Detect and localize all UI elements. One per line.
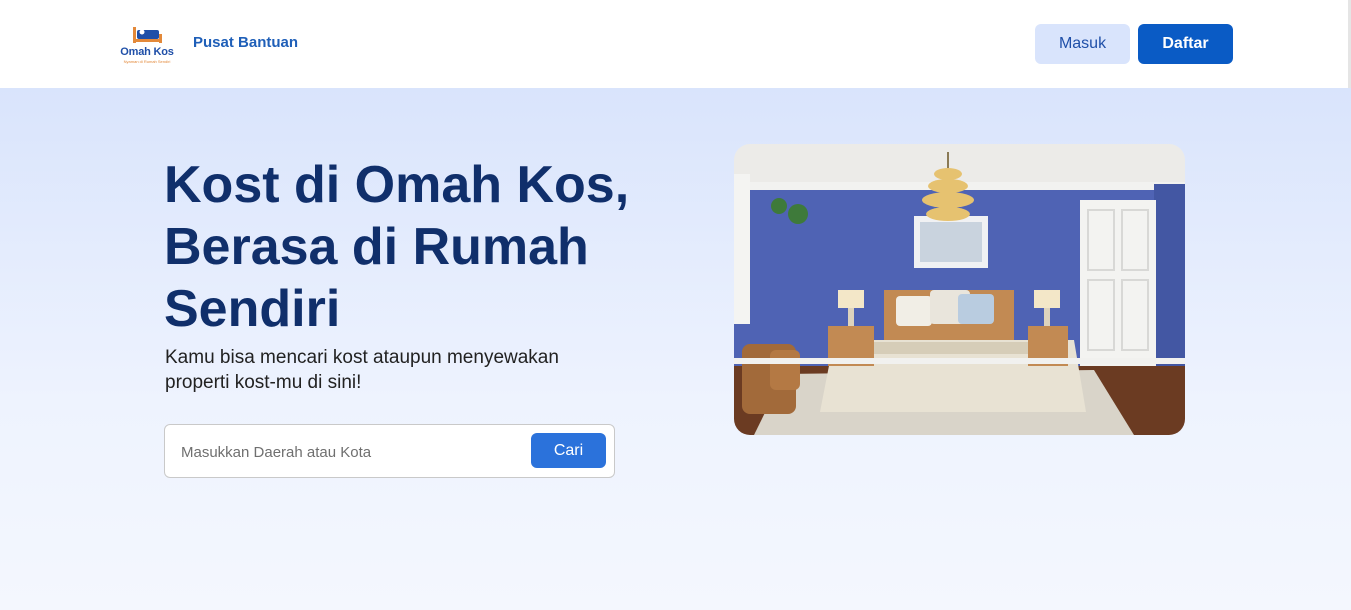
top-navbar: Omah Kos Nyaman di Rumah Sendiri Pusat B… [0, 0, 1351, 88]
register-button[interactable]: Daftar [1138, 24, 1233, 64]
bedroom-photo-icon [734, 144, 1185, 435]
omah-kos-logo[interactable]: Omah Kos Nyaman di Rumah Sendiri [116, 24, 178, 66]
search-bar: Cari [164, 424, 615, 478]
logo-text: Omah Kos [120, 46, 174, 58]
hero-section: Kost di Omah Kos, Berasa di Rumah Sendir… [0, 88, 1351, 610]
login-button[interactable]: Masuk [1035, 24, 1130, 64]
hero-bedroom-image [734, 144, 1185, 435]
search-button[interactable]: Cari [531, 433, 606, 468]
hero-subtitle: Kamu bisa mencari kost ataupun menyewaka… [165, 347, 559, 393]
search-input[interactable] [181, 439, 521, 465]
bed-logo-icon [133, 27, 162, 43]
help-center-link[interactable]: Pusat Bantuan [193, 34, 298, 51]
logo-tagline: Nyaman di Rumah Sendiri [123, 59, 171, 64]
hero-title: Kost di Omah Kos, Berasa di Rumah Sendir… [164, 156, 630, 338]
